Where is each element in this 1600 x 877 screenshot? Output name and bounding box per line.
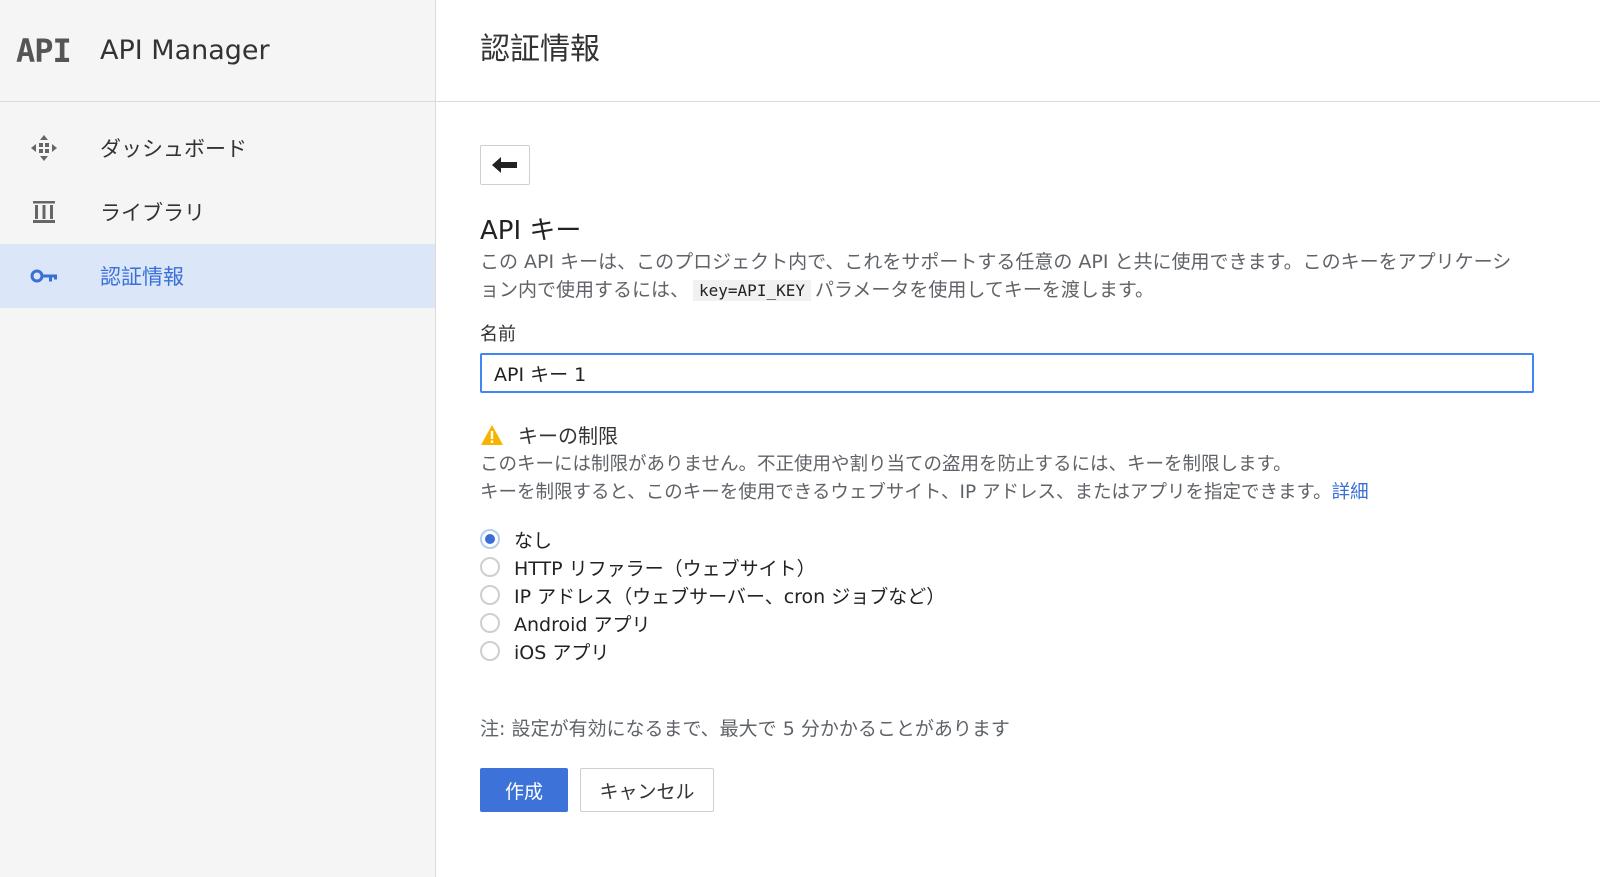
create-button[interactable]: 作成 xyxy=(480,768,568,812)
radio-selected-dot xyxy=(485,534,495,544)
radio-option-ip-address[interactable]: IP アドレス（ウェブサーバー、cron ジョブなど） xyxy=(480,581,945,609)
code-snippet: key=API_KEY xyxy=(693,280,811,301)
key-restriction-header: キーの制限 xyxy=(480,420,618,449)
radio-label: なし xyxy=(514,529,553,552)
key-icon xyxy=(22,254,66,298)
app-title: API Manager xyxy=(100,35,270,66)
sidebar-item-dashboard[interactable]: ダッシュボード xyxy=(0,116,435,180)
radio-button[interactable] xyxy=(480,529,500,549)
radio-button[interactable] xyxy=(480,641,500,661)
radio-label: Android アプリ xyxy=(514,613,651,636)
description-text: パラメータを使用してキーを渡します。 xyxy=(814,279,1154,301)
section-description: この API キーは、このプロジェクト内で、これをサポートする任意の API と… xyxy=(480,248,1530,305)
warning-icon xyxy=(481,424,503,445)
radio-button[interactable] xyxy=(480,613,500,633)
radio-option-none[interactable]: なし xyxy=(480,525,945,553)
key-restriction-description: このキーには制限がありません。不正使用や割り当ての盗用を防止するには、キーを制限… xyxy=(480,451,1560,507)
page-title: 認証情報 xyxy=(480,32,600,67)
cancel-button[interactable]: キャンセル xyxy=(580,768,714,812)
radio-label: IP アドレス（ウェブサーバー、cron ジョブなど） xyxy=(514,585,946,608)
key-restriction-title: キーの制限 xyxy=(518,424,618,448)
sidebar: API API Manager ダッシュボード ライブラリ 認証情報 xyxy=(0,0,436,877)
restriction-text: キーを制限すると、このキーを使用できるウェブサイト、IP アドレス、またはアプリ… xyxy=(480,482,1332,503)
radio-option-android[interactable]: Android アプリ xyxy=(480,609,945,637)
sidebar-item-label: ダッシュボード xyxy=(100,137,247,161)
restriction-text-line: キーを制限すると、このキーを使用できるウェブサイト、IP アドレス、またはアプリ… xyxy=(480,479,1560,507)
radio-label: HTTP リファラー（ウェブサイト） xyxy=(514,557,816,580)
name-input[interactable] xyxy=(480,353,1534,393)
library-icon xyxy=(22,190,66,234)
radio-button[interactable] xyxy=(480,585,500,605)
radio-option-ios[interactable]: iOS アプリ xyxy=(480,637,945,665)
learn-more-link[interactable]: 詳細 xyxy=(1332,482,1369,503)
page-header: 認証情報 xyxy=(436,0,1600,102)
restriction-options: なし HTTP リファラー（ウェブサイト） IP アドレス（ウェブサーバー、cr… xyxy=(480,525,945,665)
back-button[interactable] xyxy=(480,145,530,185)
section-title: API キー xyxy=(480,216,582,246)
restriction-text-line: このキーには制限がありません。不正使用や割り当ての盗用を防止するには、キーを制限… xyxy=(480,454,1292,475)
sidebar-item-credentials[interactable]: 認証情報 xyxy=(0,244,435,308)
radio-option-http-referrer[interactable]: HTTP リファラー（ウェブサイト） xyxy=(480,553,945,581)
arrow-back-icon xyxy=(492,157,517,173)
sidebar-nav: ダッシュボード ライブラリ 認証情報 xyxy=(0,116,435,308)
sidebar-item-label: ライブラリ xyxy=(100,201,205,225)
app-brand: API API Manager xyxy=(0,0,435,102)
api-logo-icon: API xyxy=(16,31,72,70)
radio-button[interactable] xyxy=(480,557,500,577)
main-content: API キー この API キーは、このプロジェクト内で、これをサポートする任意… xyxy=(480,102,1600,877)
sidebar-item-label: 認証情報 xyxy=(100,265,184,289)
name-field-label: 名前 xyxy=(480,324,516,345)
propagation-note: 注: 設定が有効になるまで、最大で 5 分かかることがあります xyxy=(480,718,1010,740)
dashboard-icon xyxy=(22,126,66,170)
sidebar-item-library[interactable]: ライブラリ xyxy=(0,180,435,244)
radio-label: iOS アプリ xyxy=(514,641,610,664)
